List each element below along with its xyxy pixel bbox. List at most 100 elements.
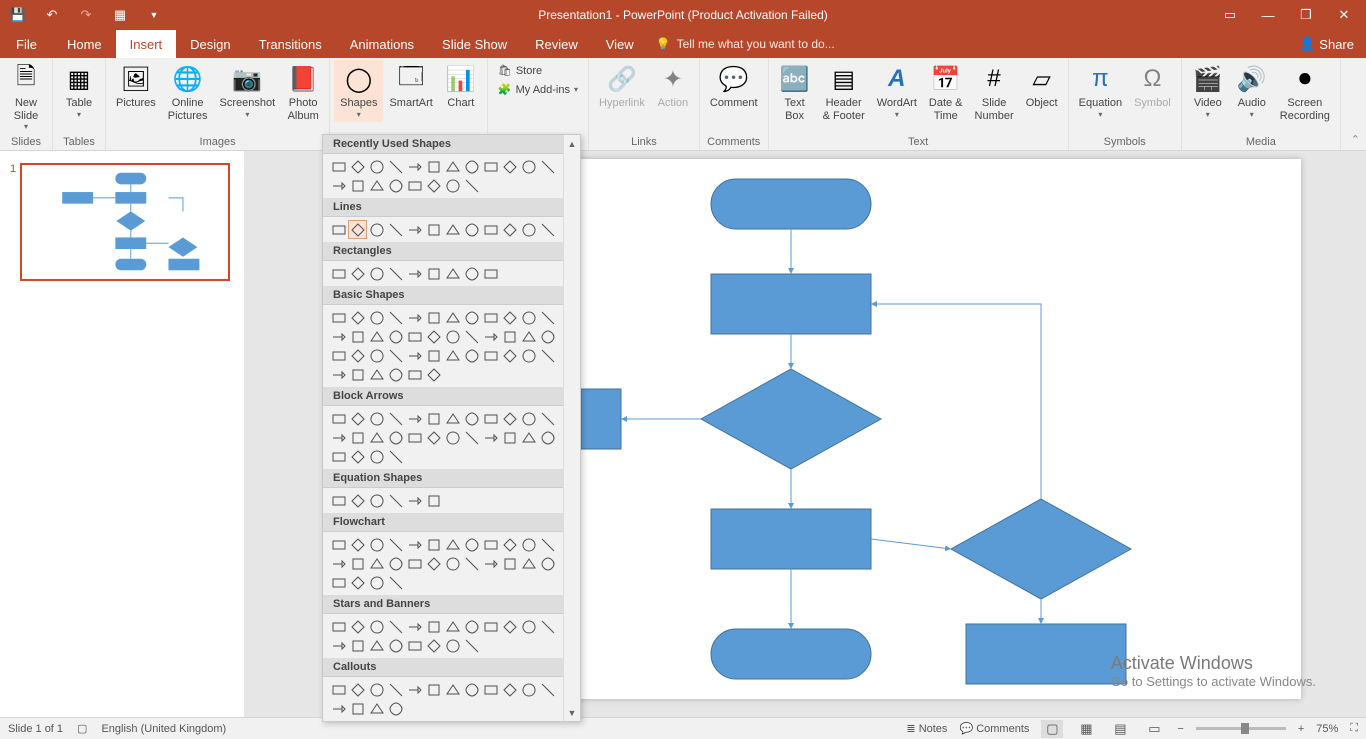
shape-option[interactable] [443,308,462,327]
shape-option[interactable] [519,680,538,699]
scroll-up-icon[interactable]: ▲ [564,135,580,152]
shape-option[interactable] [519,327,538,346]
shape-option[interactable] [367,346,386,365]
shape-option[interactable] [405,157,424,176]
shape-option[interactable] [424,220,443,239]
shape-option[interactable] [367,365,386,384]
shape-option[interactable] [481,264,500,283]
shape-option[interactable] [500,308,519,327]
shape-option[interactable] [386,554,405,573]
shape-option[interactable] [348,535,367,554]
shape-option[interactable] [462,308,481,327]
shape-option[interactable] [348,264,367,283]
shape-option[interactable] [329,176,348,195]
shape-option[interactable] [348,176,367,195]
shape-option[interactable] [443,346,462,365]
shape-option[interactable] [386,409,405,428]
shape-option[interactable] [348,699,367,718]
comments-button[interactable]: 💬 Comments [959,722,1029,735]
shape-option[interactable] [462,409,481,428]
shape-option[interactable] [424,409,443,428]
zoom-in-icon[interactable]: + [1298,723,1304,735]
tab-home[interactable]: Home [53,30,116,58]
header-footer-button[interactable]: ▤ Header & Footer [817,60,871,125]
shape-option[interactable] [538,220,557,239]
tab-slideshow[interactable]: Slide Show [428,30,521,58]
shape-option[interactable] [386,447,405,466]
normal-view-icon[interactable]: ▢ [1041,720,1063,738]
shape-option[interactable] [348,636,367,655]
shape-option[interactable] [500,554,519,573]
shape-option[interactable] [405,617,424,636]
shape-option[interactable] [405,176,424,195]
shape-option[interactable] [424,308,443,327]
save-icon[interactable]: 💾 [10,7,26,23]
shape-option[interactable] [348,428,367,447]
shape-option[interactable] [424,327,443,346]
slide-thumbnail[interactable] [20,163,230,281]
shape-option[interactable] [538,554,557,573]
shape-option[interactable] [348,573,367,592]
undo-icon[interactable]: ↶ [44,7,60,23]
shape-option[interactable] [424,491,443,510]
shape-option[interactable] [424,365,443,384]
shape-option[interactable] [424,535,443,554]
shape-option[interactable] [386,535,405,554]
tab-transitions[interactable]: Transitions [245,30,336,58]
qat-customize-icon[interactable]: ▼ [146,7,162,23]
spell-check-icon[interactable]: ▢ [77,722,87,735]
shape-option[interactable] [386,680,405,699]
shape-option[interactable] [519,409,538,428]
shapes-dropdown[interactable]: Recently Used Shapes Lines Rectangles Ba… [322,134,581,722]
shape-option[interactable] [443,157,462,176]
shape-option[interactable] [538,428,557,447]
equation-button[interactable]: π Equation ▾ [1073,60,1128,122]
shape-option[interactable] [519,308,538,327]
shape-option[interactable] [443,327,462,346]
shape-option[interactable] [538,617,557,636]
shape-option[interactable] [519,554,538,573]
shape-option[interactable] [462,554,481,573]
shape-option[interactable] [538,308,557,327]
shape-option[interactable] [348,409,367,428]
shape-option[interactable] [386,264,405,283]
shape-option[interactable] [500,346,519,365]
minimize-icon[interactable]: — [1260,7,1276,23]
tab-insert[interactable]: Insert [116,30,177,58]
shape-option[interactable] [481,535,500,554]
shape-option[interactable] [367,554,386,573]
shape-option[interactable] [367,428,386,447]
shape-option[interactable] [405,491,424,510]
shape-option[interactable] [481,346,500,365]
shape-option[interactable] [443,264,462,283]
shape-option[interactable] [443,680,462,699]
shape-option[interactable] [462,220,481,239]
thumbnail-pane[interactable]: 1 [0,151,245,717]
new-slide-button[interactable]: 🗎 New Slide ▾ [4,60,48,134]
shape-option[interactable] [424,428,443,447]
screen-recording-button[interactable]: ⏺ Screen Recording [1274,60,1336,125]
shape-option[interactable] [329,573,348,592]
shape-option[interactable] [443,220,462,239]
tell-me-search[interactable]: 💡 Tell me what you want to do... [656,30,835,58]
shape-option[interactable] [424,680,443,699]
photo-album-button[interactable]: 📕 Photo Album [281,60,325,125]
shape-option[interactable] [329,327,348,346]
shape-option[interactable] [481,554,500,573]
shape-option[interactable] [405,535,424,554]
scroll-down-icon[interactable]: ▼ [564,704,580,721]
shapes-button[interactable]: ◯ Shapes ▾ [334,60,383,122]
shape-option[interactable] [386,308,405,327]
object-button[interactable]: ▱ Object [1020,60,1064,113]
shape-option[interactable] [405,346,424,365]
shape-option[interactable] [367,327,386,346]
shape-option[interactable] [405,554,424,573]
shape-option[interactable] [348,327,367,346]
shape-option[interactable] [405,636,424,655]
shape-option[interactable] [367,264,386,283]
shape-option[interactable] [386,699,405,718]
shape-option[interactable] [348,308,367,327]
shape-option[interactable] [367,636,386,655]
shapes-scrollbar[interactable]: ▲ ▼ [563,135,580,721]
shape-option[interactable] [386,220,405,239]
